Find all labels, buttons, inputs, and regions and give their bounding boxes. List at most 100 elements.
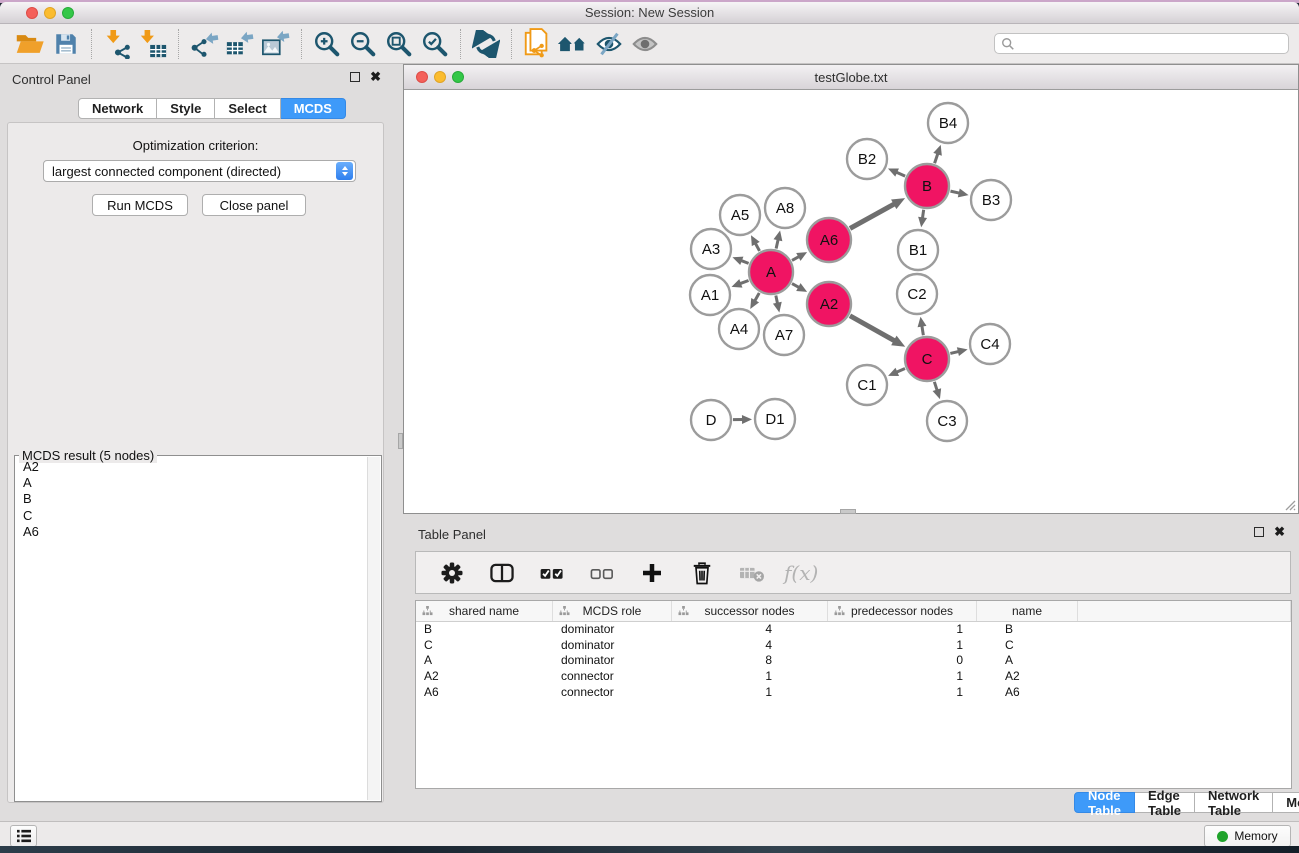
table-cell: A2 (416, 669, 553, 685)
zoom-out-button[interactable] (345, 27, 381, 61)
network-overview-button[interactable] (555, 27, 591, 61)
table-cell: dominator (553, 653, 672, 669)
column-view-button[interactable] (484, 556, 520, 590)
mcds-result-item[interactable]: B (16, 491, 366, 507)
graph-edge[interactable] (935, 153, 938, 163)
tab-network[interactable]: Network (78, 98, 157, 119)
table-cell: 4 (672, 622, 828, 638)
graph-edge[interactable] (950, 351, 959, 353)
tab-network-table[interactable]: Network Table (1195, 792, 1273, 813)
graph-edge[interactable] (934, 382, 937, 391)
table-row[interactable]: Cdominator41C (416, 638, 1291, 654)
export-table-button[interactable] (222, 27, 258, 61)
table-cell: A6 (416, 685, 553, 701)
zoom-fit-button[interactable] (381, 27, 417, 61)
graph-node-label: D (706, 412, 717, 429)
export-network-icon (189, 29, 219, 59)
graph-edge[interactable] (776, 239, 778, 248)
zoom-in-button[interactable] (309, 27, 345, 61)
close-panel-button[interactable]: Close panel (202, 194, 306, 216)
network-graph-canvas[interactable]: B4B2BB3A8A5A6A3B1AA1C2A2A4A7C4CC1DD1C3 (404, 90, 1297, 508)
criterion-dropdown[interactable]: largest connected component (directed) (43, 160, 356, 182)
unselect-all-columns-button[interactable] (584, 556, 620, 590)
import-network-button[interactable] (99, 27, 135, 61)
criterion-dropdown-value: largest connected component (directed) (44, 164, 336, 179)
add-column-button[interactable] (634, 556, 670, 590)
graph-edge[interactable] (776, 296, 778, 304)
eye-icon (630, 29, 660, 59)
memory-button[interactable]: Memory (1204, 825, 1291, 846)
mcds-result-item[interactable]: A2 (16, 459, 366, 475)
select-all-columns-button[interactable] (534, 556, 570, 590)
table-cell: 4 (672, 638, 828, 654)
refresh-button[interactable] (468, 27, 504, 61)
close-table-panel-icon[interactable]: ✖ (1274, 527, 1285, 537)
hide-panel-button[interactable] (591, 27, 627, 61)
new-network-from-file-button[interactable] (519, 27, 555, 61)
float-panel-icon[interactable] (350, 72, 360, 82)
panel-divider-grip[interactable] (398, 433, 403, 449)
search-input[interactable] (1019, 35, 1288, 52)
column-header-successor-nodes[interactable]: successor nodes (672, 601, 828, 621)
graph-edge-arrowhead (773, 302, 782, 313)
graph-edge-arrowhead (918, 217, 927, 228)
export-image-button[interactable] (258, 27, 294, 61)
table-settings-button[interactable] (434, 556, 470, 590)
save-session-button[interactable] (48, 27, 84, 61)
show-panel-button[interactable] (627, 27, 663, 61)
close-panel-icon[interactable]: ✖ (370, 72, 381, 82)
graph-edge[interactable] (950, 191, 959, 193)
function-builder-button[interactable]: f(x) (784, 561, 818, 585)
graph-edge[interactable] (850, 204, 895, 229)
table-row[interactable]: Adominator80A (416, 653, 1291, 669)
tab-style[interactable]: Style (157, 98, 215, 119)
graph-edge[interactable] (755, 243, 759, 251)
graph-edge[interactable] (922, 210, 923, 219)
tab-motifs[interactable]: Motifs (1273, 792, 1299, 813)
import-network-icon (102, 29, 132, 59)
graph-edge[interactable] (922, 326, 923, 336)
column-header-name[interactable]: name (977, 601, 1078, 621)
graph-edge[interactable] (755, 293, 760, 301)
graph-edge[interactable] (896, 369, 905, 373)
graph-edge[interactable] (741, 260, 749, 263)
graph-edge[interactable] (792, 256, 799, 260)
tab-mcds[interactable]: MCDS (281, 98, 346, 119)
zoom-in-icon (312, 29, 342, 59)
table-row[interactable]: A6connector11A6 (416, 685, 1291, 701)
open-session-button[interactable] (12, 27, 48, 61)
resize-grip-icon[interactable] (1282, 497, 1296, 511)
table-cell: A (977, 653, 1078, 669)
export-network-button[interactable] (186, 27, 222, 61)
zoom-selected-button[interactable] (417, 27, 453, 61)
mcds-list-scrollbar[interactable] (367, 457, 380, 800)
delete-table-button[interactable] (734, 556, 770, 590)
toolbar-separator (91, 29, 92, 59)
mcds-result-item[interactable]: A (16, 475, 366, 491)
graph-edge[interactable] (896, 172, 905, 176)
table-cell: 1 (828, 685, 977, 701)
mcds-result-item[interactable]: A6 (16, 524, 366, 540)
table-cell: connector (553, 669, 672, 685)
task-history-button[interactable] (10, 825, 37, 846)
delete-column-button[interactable] (684, 556, 720, 590)
unchecked-boxes-icon (588, 560, 616, 586)
graph-node-label: C (922, 351, 933, 368)
column-header-shared-name[interactable]: shared name (416, 601, 553, 621)
column-header-predecessor-nodes[interactable]: predecessor nodes (828, 601, 977, 621)
table-row[interactable]: A2connector11A2 (416, 669, 1291, 685)
zoom-selected-icon (420, 29, 450, 59)
graph-edge[interactable] (740, 280, 749, 283)
column-header-mcds-role[interactable]: MCDS role (553, 601, 672, 621)
tab-node-table[interactable]: Node Table (1074, 792, 1135, 813)
table-row[interactable]: Bdominator41B (416, 622, 1291, 638)
tab-select[interactable]: Select (215, 98, 280, 119)
float-table-panel-icon[interactable] (1254, 527, 1264, 537)
run-mcds-button[interactable]: Run MCDS (92, 194, 188, 216)
graph-edge[interactable] (792, 284, 799, 288)
tab-edge-table[interactable]: Edge Table (1135, 792, 1195, 813)
import-table-button[interactable] (135, 27, 171, 61)
mcds-result-item[interactable]: C (16, 508, 366, 524)
graph-node-label: A2 (820, 296, 838, 313)
graph-edge[interactable] (850, 316, 895, 341)
